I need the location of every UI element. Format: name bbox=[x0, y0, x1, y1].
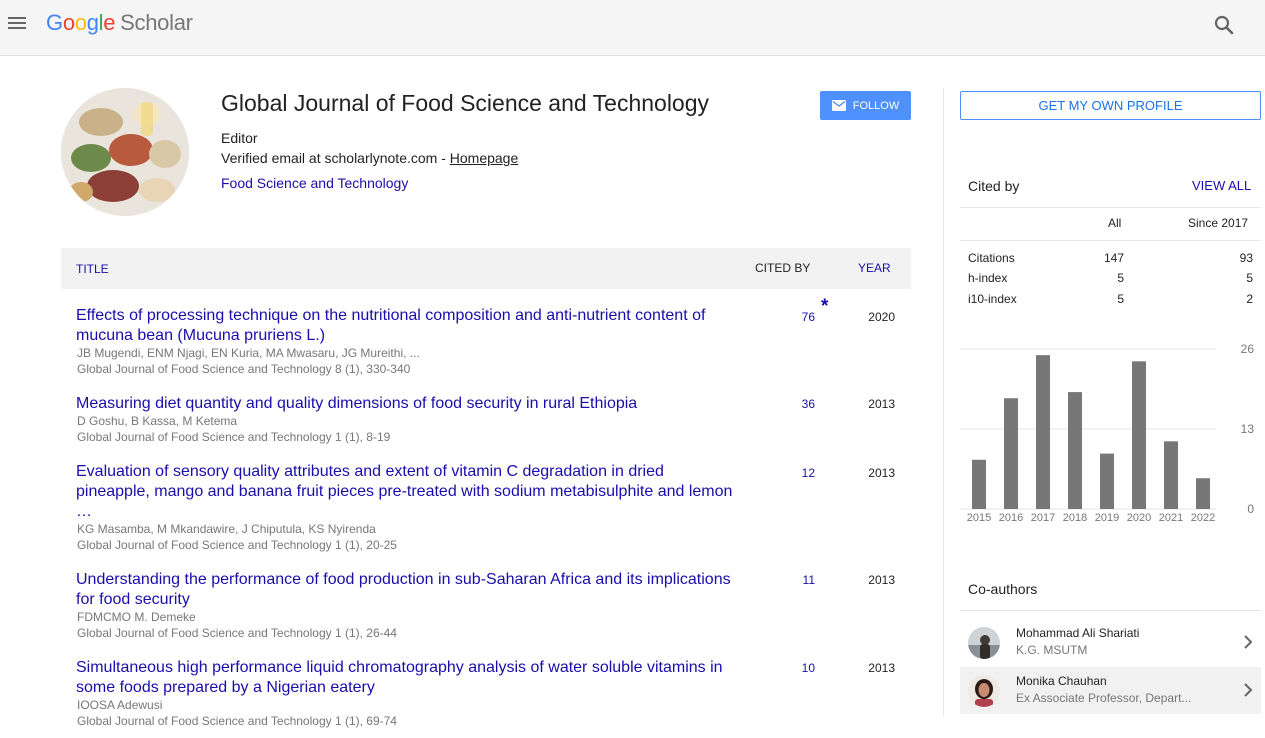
column-divider bbox=[943, 88, 944, 716]
homepage-link[interactable]: Homepage bbox=[450, 150, 519, 166]
article-year: 2013 bbox=[868, 661, 895, 675]
bar-2021[interactable] bbox=[1164, 441, 1178, 509]
citations-per-year-chart: 0 13 26 2015 2016 2017 2018 2019 2020 2021 2022 bbox=[960, 342, 1255, 524]
view-all-link[interactable]: VIEW ALL bbox=[1192, 178, 1251, 193]
verified-email-text: Verified email at scholarlynote.com - bbox=[221, 150, 450, 166]
article-year: 2013 bbox=[868, 573, 895, 587]
chevron-right-icon bbox=[1244, 635, 1253, 649]
y-tick-label: 13 bbox=[1241, 422, 1255, 436]
bar-2018[interactable] bbox=[1068, 392, 1082, 509]
stat-label: h-index bbox=[968, 271, 1008, 285]
bar-2019[interactable] bbox=[1100, 453, 1114, 509]
x-tick-label: 2021 bbox=[1159, 512, 1183, 524]
stats-header-since: Since 2017 bbox=[1188, 216, 1249, 230]
search-icon[interactable] bbox=[1212, 13, 1236, 37]
article-venue: Global Journal of Food Science and Techn… bbox=[77, 714, 397, 728]
sort-by-title[interactable]: TITLE bbox=[76, 262, 109, 276]
stat-label: Citations bbox=[968, 251, 1015, 265]
article-venue: Global Journal of Food Science and Techn… bbox=[77, 538, 397, 552]
follow-label: FOLLOW bbox=[852, 99, 900, 112]
co-author-avatar bbox=[968, 675, 1000, 707]
bar-2015[interactable] bbox=[972, 459, 986, 509]
article-authors: JB Mugendi, ENM Njagi, EN Kuria, MA Mwas… bbox=[77, 346, 420, 360]
stat-all: 5 bbox=[1117, 271, 1124, 285]
article-authors: KG Masamba, M Mkandawire, J Chiputula, K… bbox=[77, 522, 376, 536]
stats-header-all: All bbox=[1108, 216, 1122, 230]
x-tick-label: 2016 bbox=[999, 512, 1023, 524]
article-venue: Global Journal of Food Science and Techn… bbox=[77, 430, 391, 444]
x-tick-label: 2015 bbox=[967, 512, 991, 524]
stat-all: 5 bbox=[1117, 292, 1124, 306]
x-tick-label: 2019 bbox=[1095, 512, 1119, 524]
profile-name: Global Journal of Food Science and Techn… bbox=[221, 90, 710, 116]
merged-citations-star[interactable]: * bbox=[821, 296, 828, 318]
cited-by-count-link[interactable]: 10 bbox=[781, 661, 815, 675]
co-author-affiliation: K.G. MSUTM bbox=[1016, 643, 1088, 657]
article-authors: IOOSA Adewusi bbox=[77, 698, 163, 712]
articles-table-header: TITLE CITED BY YEAR bbox=[61, 248, 911, 289]
email-icon bbox=[831, 100, 846, 111]
research-interest-link[interactable]: Food Science and Technology bbox=[221, 175, 408, 191]
article-title-link[interactable]: Effects of processing technique on the n… bbox=[76, 306, 741, 346]
divider bbox=[960, 610, 1261, 611]
co-author-item[interactable]: Mohammad Ali Shariati K.G. MSUTM bbox=[960, 619, 1261, 666]
menu-icon[interactable] bbox=[8, 14, 28, 32]
article-authors: FDMCMO M. Demeke bbox=[77, 610, 196, 624]
article-venue: Global Journal of Food Science and Techn… bbox=[77, 362, 411, 376]
stat-since: 93 bbox=[1239, 251, 1253, 265]
bar-2020[interactable] bbox=[1132, 361, 1146, 509]
x-tick-label: 2017 bbox=[1031, 512, 1055, 524]
x-tick-label: 2020 bbox=[1127, 512, 1151, 524]
bar-2017[interactable] bbox=[1036, 355, 1050, 509]
article-year: 2013 bbox=[868, 397, 895, 411]
follow-button[interactable]: FOLLOW bbox=[820, 91, 911, 120]
bar-2016[interactable] bbox=[1004, 398, 1018, 509]
co-authors-heading: Co-authors bbox=[968, 581, 1038, 597]
stat-all: 147 bbox=[1103, 251, 1124, 265]
cited-by-count-link[interactable]: 11 bbox=[781, 573, 815, 587]
article-authors: D Goshu, B Kassa, M Ketema bbox=[77, 414, 238, 428]
article-title-link[interactable]: Simultaneous high performance liquid chr… bbox=[76, 658, 741, 698]
cited-by-count-link[interactable]: 12 bbox=[781, 466, 815, 480]
x-tick-label: 2018 bbox=[1063, 512, 1087, 524]
article-title-link[interactable]: Understanding the performance of food pr… bbox=[76, 570, 741, 610]
co-author-avatar bbox=[968, 627, 1000, 659]
x-tick-label: 2022 bbox=[1191, 512, 1215, 524]
get-my-own-profile-button[interactable]: GET MY OWN PROFILE bbox=[960, 91, 1261, 120]
stat-label: i10-index bbox=[968, 292, 1017, 306]
article-venue: Global Journal of Food Science and Techn… bbox=[77, 626, 397, 640]
bar-2022[interactable] bbox=[1196, 478, 1210, 509]
top-bar: Google Scholar bbox=[0, 0, 1265, 56]
article-title-link[interactable]: Evaluation of sensory quality attributes… bbox=[76, 462, 741, 522]
co-author-name: Mohammad Ali Shariati bbox=[1016, 626, 1140, 640]
profile-affiliation: Editor bbox=[221, 130, 258, 146]
divider bbox=[960, 207, 1261, 208]
stat-since: 2 bbox=[1246, 292, 1253, 306]
cited-by-heading: Cited by bbox=[968, 178, 1020, 194]
article-year: 2013 bbox=[868, 466, 895, 480]
profile-avatar bbox=[61, 88, 189, 216]
co-author-name: Monika Chauhan bbox=[1016, 674, 1107, 688]
co-author-item[interactable]: Monika Chauhan Ex Associate Professor, D… bbox=[960, 667, 1261, 714]
stat-since: 5 bbox=[1246, 271, 1253, 285]
cited-by-column-header: CITED BY bbox=[755, 261, 811, 275]
cited-by-count-link[interactable]: 76 bbox=[781, 310, 815, 324]
verified-email: Verified email at scholarlynote.com - Ho… bbox=[221, 150, 518, 166]
divider bbox=[960, 240, 1261, 241]
article-title-link[interactable]: Measuring diet quantity and quality dime… bbox=[76, 394, 741, 414]
sort-by-year[interactable]: YEAR bbox=[858, 261, 891, 275]
cited-by-count-link[interactable]: 36 bbox=[781, 397, 815, 411]
chevron-right-icon bbox=[1244, 683, 1253, 697]
y-tick-label: 26 bbox=[1241, 342, 1255, 356]
article-year: 2020 bbox=[868, 310, 895, 324]
google-scholar-logo[interactable]: Google Scholar bbox=[46, 10, 193, 36]
y-tick-label: 0 bbox=[1247, 502, 1254, 516]
co-author-affiliation: Ex Associate Professor, Depart... bbox=[1016, 691, 1192, 705]
